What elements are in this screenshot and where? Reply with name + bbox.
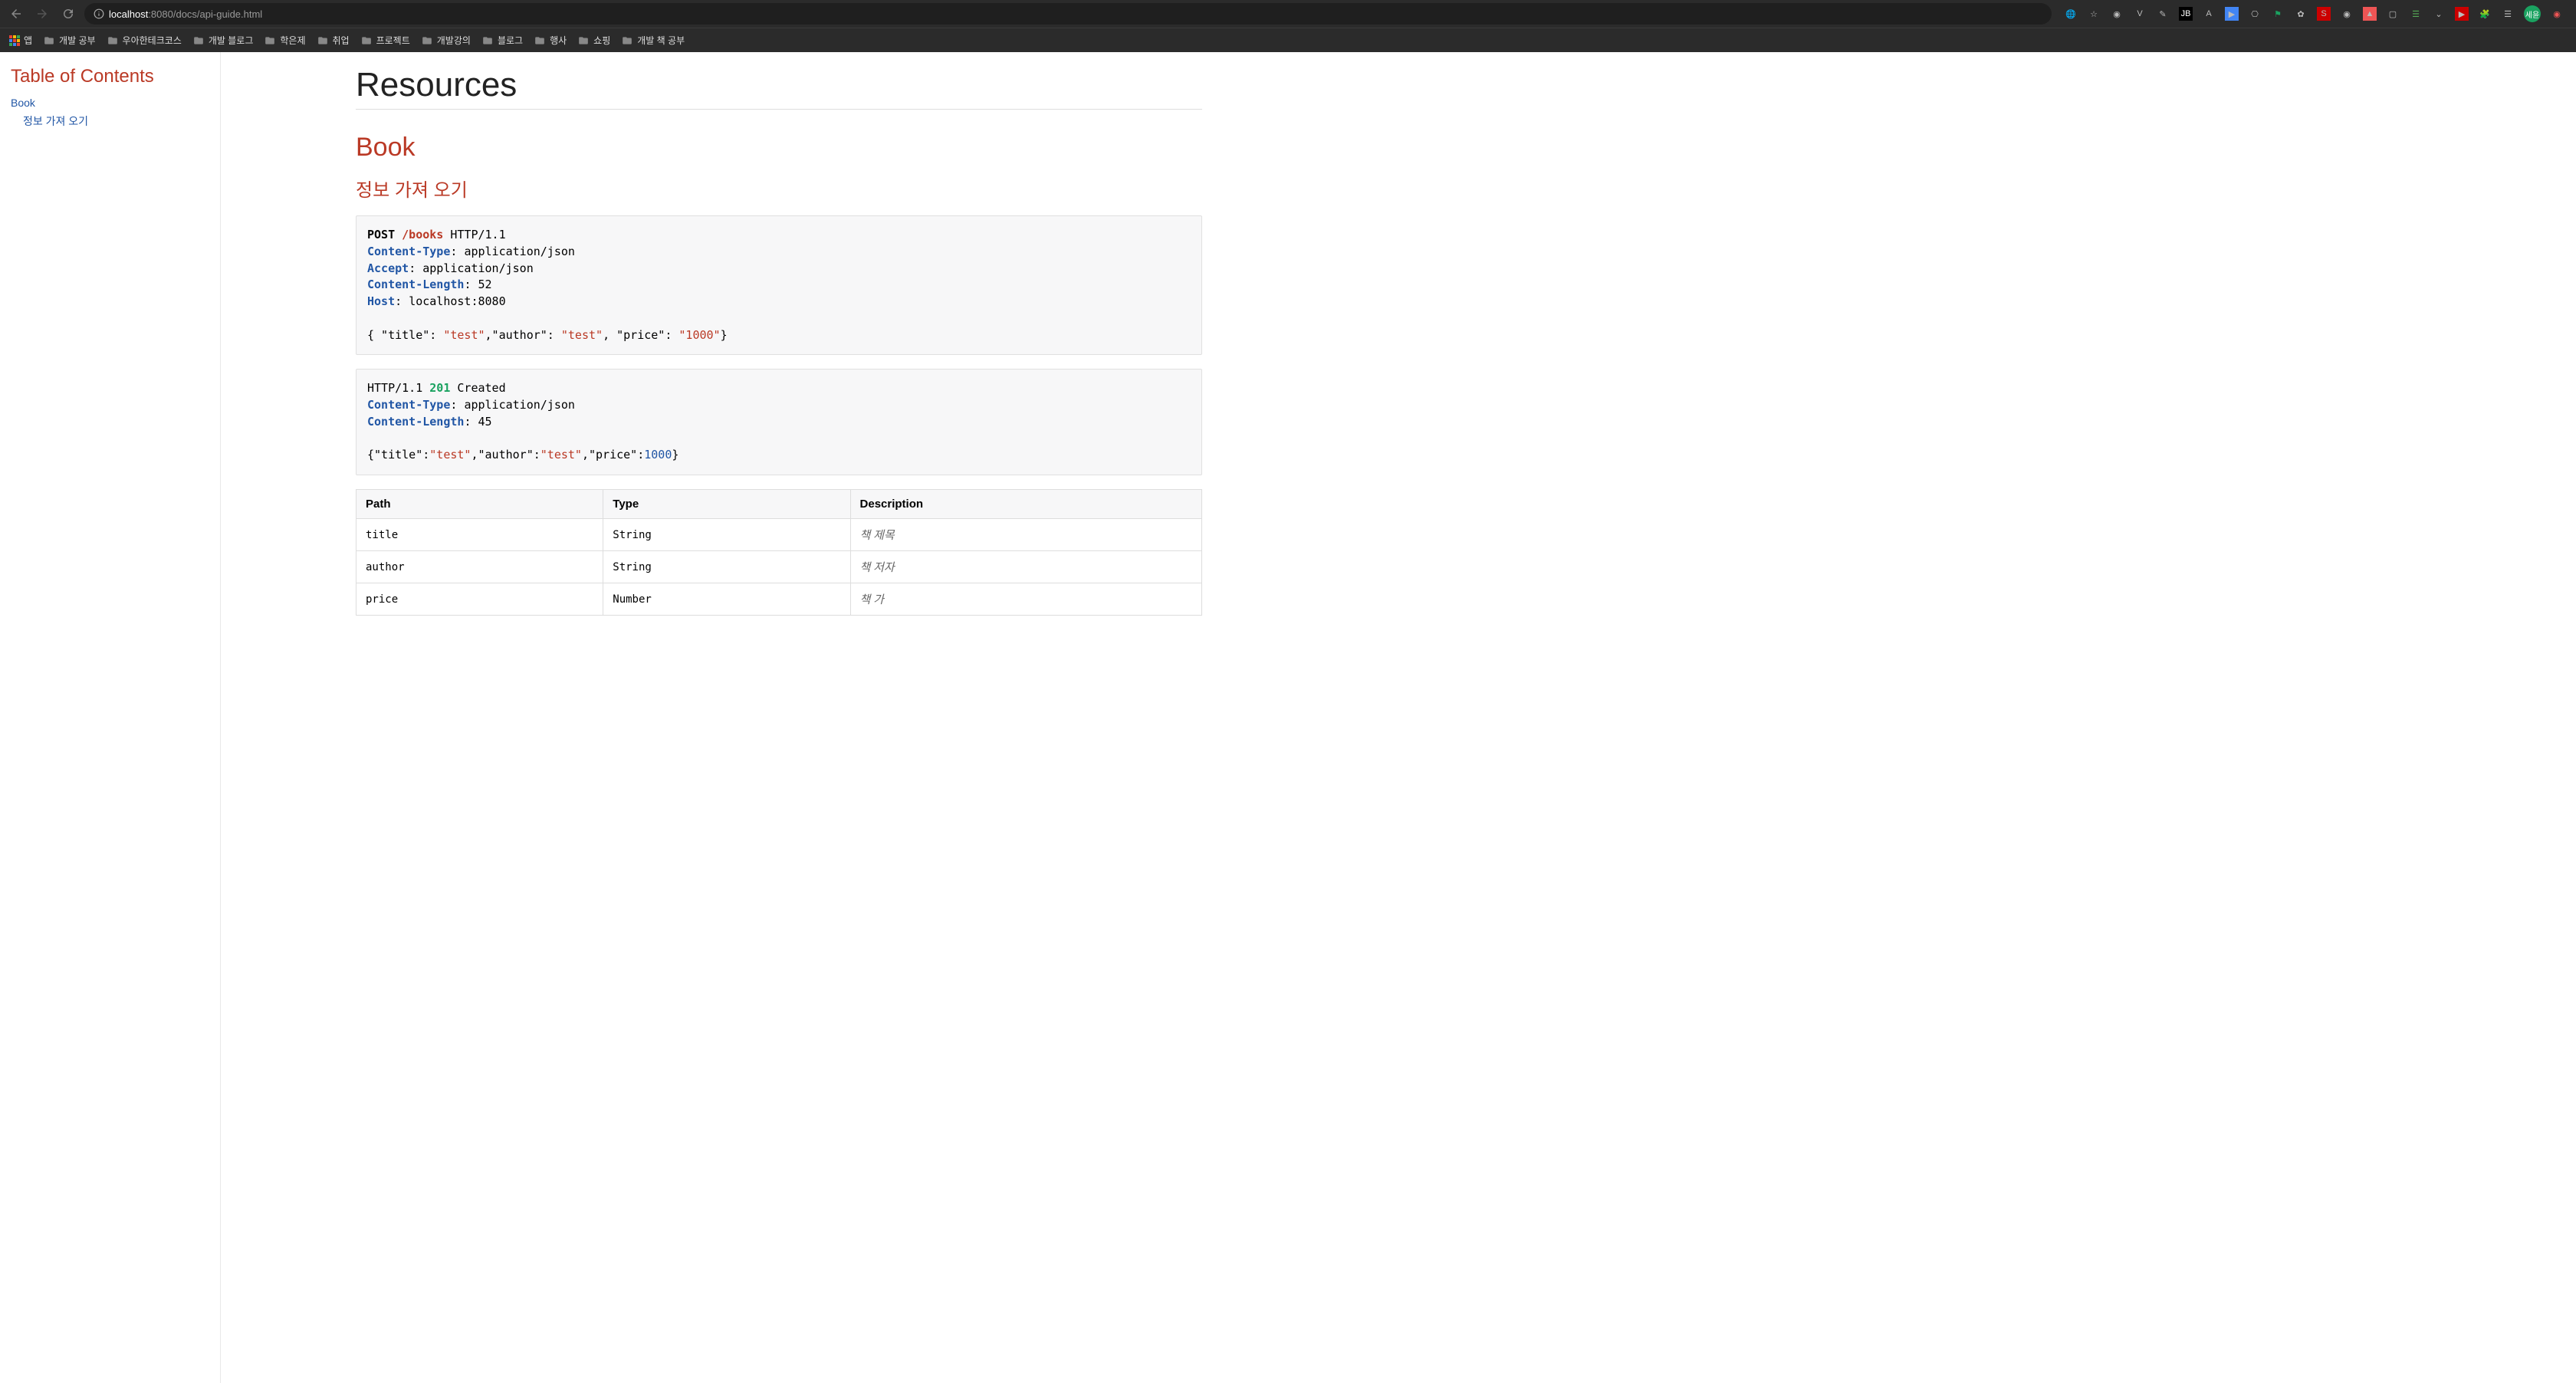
star-icon[interactable]: ☆ <box>2087 7 2101 21</box>
bookmarks-bar: 앱 개발 공부 우아한테크코스 개발 블로그 학은제 취업 프로젝트 개발강의 … <box>0 28 2576 52</box>
folder-icon <box>481 35 494 46</box>
ext-icon-10[interactable]: S <box>2317 7 2331 21</box>
bookmark-folder[interactable]: 블로그 <box>481 34 523 47</box>
fields-table: Path Type Description title String 책 제목 … <box>356 489 1202 616</box>
folder-icon <box>421 35 433 46</box>
ext-icon-8[interactable]: ⚑ <box>2271 7 2285 21</box>
ext-icon-4[interactable]: JB <box>2179 7 2193 21</box>
ext-icon-6[interactable]: ▶ <box>2225 7 2239 21</box>
section-book: Book <box>356 133 1202 163</box>
folder-icon <box>360 35 373 46</box>
pocket-icon[interactable]: ⌄ <box>2432 7 2446 21</box>
th-desc: Description <box>850 490 1201 519</box>
folder-icon <box>534 35 546 46</box>
section-get-info: 정보 가져 오기 <box>356 175 1202 202</box>
response-code-block: HTTP/1.1 201 Created Content-Type: appli… <box>356 369 1202 475</box>
ext-icon-11[interactable]: ◉ <box>2340 7 2354 21</box>
table-header-row: Path Type Description <box>356 490 1202 519</box>
ext-icon-15[interactable]: ▶ <box>2455 7 2469 21</box>
translate-icon[interactable]: 🌐 <box>2064 7 2078 21</box>
folder-icon <box>264 35 276 46</box>
folder-icon <box>107 35 119 46</box>
ext-icon-2[interactable]: V <box>2133 7 2147 21</box>
reload-button[interactable] <box>58 4 78 24</box>
th-type: Type <box>603 490 850 519</box>
table-row: title String 책 제목 <box>356 519 1202 551</box>
cell-type: String <box>603 519 850 551</box>
toc-list: Book 정보 가져 오기 <box>11 97 209 129</box>
page-title: Resources <box>356 66 1202 110</box>
ext-icon-12[interactable]: ▲ <box>2363 7 2377 21</box>
ext-icon-13[interactable]: ▢ <box>2386 7 2400 21</box>
forward-button[interactable] <box>32 4 52 24</box>
bookmark-folder[interactable]: 개발 공부 <box>43 34 96 47</box>
folder-icon <box>621 35 633 46</box>
arrow-left-icon <box>9 7 23 21</box>
ext-icon-7[interactable]: ⎔ <box>2248 7 2262 21</box>
ext-icon-3[interactable]: ✎ <box>2156 7 2170 21</box>
th-path: Path <box>356 490 603 519</box>
cell-desc: 책 제목 <box>850 519 1201 551</box>
nav-bar: localhost:8080/docs/api-guide.html 🌐 ☆ ◉… <box>0 0 2576 28</box>
arrow-right-icon <box>35 7 49 21</box>
bookmark-folder[interactable]: 개발 책 공부 <box>621 34 685 47</box>
cell-desc: 책 저자 <box>850 551 1201 583</box>
cell-type: Number <box>603 583 850 616</box>
bookmark-folder[interactable]: 학은제 <box>264 34 305 47</box>
bookmark-folder[interactable]: 취업 <box>317 34 350 47</box>
toc-title: Table of Contents <box>11 66 209 87</box>
ext-icon-14[interactable]: ☰ <box>2409 7 2423 21</box>
bookmark-folder[interactable]: 개발 블로그 <box>192 34 254 47</box>
apps-bookmark[interactable]: 앱 <box>9 34 32 47</box>
page-body: Table of Contents Book 정보 가져 오기 Resource… <box>0 52 2576 1383</box>
reading-list-icon[interactable]: ☰ <box>2501 7 2515 21</box>
url-bar[interactable]: localhost:8080/docs/api-guide.html <box>84 3 2052 25</box>
toc-link-get-info[interactable]: 정보 가져 오기 <box>23 115 88 127</box>
cell-path: price <box>356 583 603 616</box>
browser-chrome: localhost:8080/docs/api-guide.html 🌐 ☆ ◉… <box>0 0 2576 52</box>
apps-icon <box>9 35 20 46</box>
cell-desc: 책 가 <box>850 583 1201 616</box>
cell-path: author <box>356 551 603 583</box>
folder-icon <box>317 35 329 46</box>
table-row: price Number 책 가 <box>356 583 1202 616</box>
bookmark-folder[interactable]: 개발강의 <box>421 34 471 47</box>
avatar[interactable]: 세윤 <box>2524 5 2541 22</box>
folder-icon <box>43 35 55 46</box>
bookmark-folder[interactable]: 행사 <box>534 34 567 47</box>
url-text: localhost:8080/docs/api-guide.html <box>109 8 262 20</box>
request-code-block: POST /books HTTP/1.1 Content-Type: appli… <box>356 215 1202 355</box>
cell-path: title <box>356 519 603 551</box>
extensions-icon[interactable]: 🧩 <box>2478 7 2492 21</box>
ext-icon-1[interactable]: ◉ <box>2110 7 2124 21</box>
table-row: author String 책 저자 <box>356 551 1202 583</box>
ext-icon-9[interactable]: ✿ <box>2294 7 2308 21</box>
cell-type: String <box>603 551 850 583</box>
main-content[interactable]: Resources Book 정보 가져 오기 POST /books HTTP… <box>221 52 1248 1383</box>
bookmark-folder[interactable]: 프로젝트 <box>360 34 410 47</box>
toc-link-book[interactable]: Book <box>11 97 35 109</box>
ext-icon-5[interactable]: A <box>2202 7 2216 21</box>
toc-sidebar: Table of Contents Book 정보 가져 오기 <box>0 52 221 1383</box>
folder-icon <box>577 35 590 46</box>
bookmark-folder[interactable]: 우아한테크코스 <box>107 34 182 47</box>
reload-icon <box>61 7 75 21</box>
extension-icons: 🌐 ☆ ◉ V ✎ JB A ▶ ⎔ ⚑ ✿ S ◉ ▲ ▢ ☰ ⌄ ▶ 🧩 ☰… <box>2058 5 2570 22</box>
info-icon <box>94 8 104 19</box>
folder-icon <box>192 35 205 46</box>
ext-icon-last[interactable]: ◉ <box>2550 7 2564 21</box>
back-button[interactable] <box>6 4 26 24</box>
bookmark-folder[interactable]: 쇼핑 <box>577 34 610 47</box>
